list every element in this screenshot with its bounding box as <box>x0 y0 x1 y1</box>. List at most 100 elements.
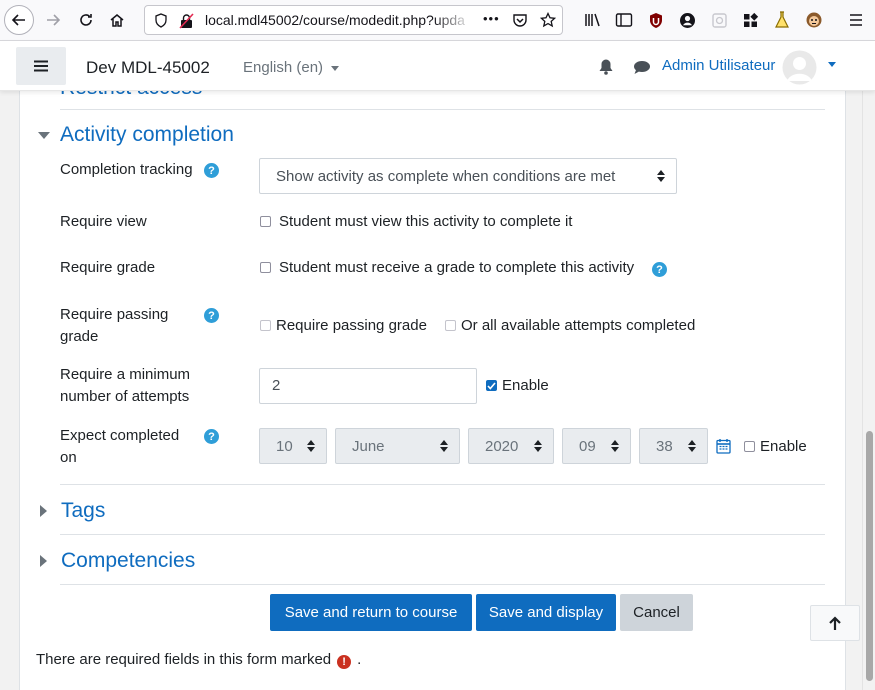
language-label: English (en) <box>243 59 324 76</box>
calendar-button[interactable] <box>716 438 731 459</box>
require-passing-grade-radio[interactable] <box>260 320 271 331</box>
bookmark-star-icon[interactable] <box>540 12 556 28</box>
restrict-access-heading[interactable]: Restrict access <box>60 91 202 100</box>
user-avatar-icon <box>782 50 817 85</box>
min-attempts-enable-label[interactable]: Enable <box>502 377 549 394</box>
tags-heading: Tags <box>61 499 106 522</box>
cancel-button[interactable]: Cancel <box>620 594 693 631</box>
completion-tracking-select[interactable]: Show activity as complete when condition… <box>259 158 677 194</box>
expect-completed-enable-label[interactable]: Enable <box>760 438 807 455</box>
section-divider <box>60 109 825 110</box>
competencies-toggle[interactable]: Competencies <box>38 549 195 573</box>
forward-button[interactable] <box>38 5 68 35</box>
checkmark-icon <box>487 381 496 390</box>
label-line: on <box>60 449 77 466</box>
require-grade-checkbox-label[interactable]: Student must receive a grade to complete… <box>279 259 634 276</box>
avatar[interactable] <box>782 50 817 85</box>
help-icon[interactable]: ? <box>204 308 219 323</box>
sidebar-icon[interactable] <box>614 10 634 30</box>
page-scrollbar[interactable] <box>862 91 875 690</box>
extension-disabled-icon[interactable] <box>709 10 729 30</box>
calendar-icon <box>716 439 731 454</box>
app-menu-icon[interactable] <box>846 10 866 30</box>
url-text: local.mdl45002/course/modedit.php?upda <box>205 12 465 28</box>
flask-icon[interactable] <box>772 10 792 30</box>
back-to-top-button[interactable] <box>810 605 860 641</box>
section-divider <box>60 484 825 485</box>
tags-toggle[interactable]: Tags <box>38 499 105 523</box>
day-select[interactable]: 10 <box>259 428 327 464</box>
pocket-icon[interactable] <box>512 13 528 28</box>
user-menu-caret-icon[interactable] <box>828 62 836 67</box>
select-arrows-icon <box>688 440 696 452</box>
expand-caret-icon <box>40 505 47 517</box>
min-attempts-input[interactable]: 2 <box>259 368 477 404</box>
url-bar[interactable]: local.mdl45002/course/modedit.php?upda •… <box>144 5 563 35</box>
month-select[interactable]: June <box>335 428 460 464</box>
shield-icon <box>155 13 167 28</box>
help-icon[interactable]: ? <box>204 163 219 178</box>
select-arrows-icon <box>657 170 665 182</box>
back-button[interactable] <box>4 5 34 35</box>
hour-select[interactable]: 09 <box>562 428 631 464</box>
home-button[interactable] <box>102 5 132 35</box>
required-icon: ! <box>337 655 352 669</box>
select-arrows-icon <box>534 440 542 452</box>
save-and-display-button[interactable]: Save and display <box>476 594 616 631</box>
bell-icon <box>599 59 613 75</box>
select-arrows-icon <box>611 440 619 452</box>
expect-completed-enable-checkbox[interactable] <box>744 441 755 452</box>
require-view-label: Require view <box>60 213 147 230</box>
reload-button[interactable] <box>71 5 101 35</box>
ublock-icon[interactable] <box>646 10 666 30</box>
expect-completed-label: Expect completed on <box>60 425 179 469</box>
label-line: Require a minimum <box>60 366 191 383</box>
completion-tracking-label: Completion tracking <box>60 161 193 178</box>
minute-value: 38 <box>656 437 673 455</box>
label-line: Expect completed <box>60 427 180 444</box>
site-navbar: Dev MDL-45002 English (en) Admin Utilisa… <box>0 41 875 91</box>
min-attempts-enable-checkbox[interactable] <box>486 380 497 391</box>
min-attempts-label: Require a minimum number of attempts <box>60 364 190 408</box>
account-icon[interactable] <box>677 10 697 30</box>
page-content: Restrict access Activity completion Comp… <box>0 91 862 690</box>
required-fields-note: There are required fields in this form m… <box>36 651 361 669</box>
require-view-checkbox-label[interactable]: Student must view this activity to compl… <box>279 213 572 230</box>
extensions-icon[interactable] <box>740 10 760 30</box>
comment-icon <box>634 61 650 74</box>
save-and-return-button[interactable]: Save and return to course <box>270 594 472 631</box>
competencies-heading: Competencies <box>61 549 196 572</box>
require-grade-checkbox[interactable] <box>260 262 271 273</box>
require-grade-label: Require grade <box>60 259 156 276</box>
caret-down-icon <box>331 65 340 71</box>
user-name[interactable]: Admin Utilisateur <box>662 57 775 74</box>
month-value: June <box>352 437 385 455</box>
label-line: Require passing <box>60 306 169 323</box>
notifications-button[interactable] <box>598 58 614 80</box>
section-divider <box>60 534 825 535</box>
messages-button[interactable] <box>633 60 651 80</box>
language-menu[interactable]: English (en) <box>243 59 340 76</box>
activity-completion-toggle[interactable]: Activity completion <box>38 123 234 147</box>
require-passing-grade-option-label[interactable]: Require passing grade <box>276 317 427 334</box>
all-attempts-completed-radio[interactable] <box>445 320 456 331</box>
page-actions-button[interactable]: ••• <box>483 11 500 26</box>
label-line: grade <box>60 328 99 345</box>
reload-icon <box>80 14 92 26</box>
year-value: 2020 <box>485 437 519 455</box>
insecure-lock-icon <box>179 13 194 29</box>
site-name[interactable]: Dev MDL-45002 <box>86 58 210 78</box>
year-select[interactable]: 2020 <box>468 428 554 464</box>
browser-toolbar: local.mdl45002/course/modedit.php?upda •… <box>0 0 875 41</box>
all-attempts-completed-option-label[interactable]: Or all available attempts completed <box>461 317 695 334</box>
minute-select[interactable]: 38 <box>639 428 708 464</box>
help-icon[interactable]: ? <box>204 429 219 444</box>
library-icon[interactable] <box>583 10 603 30</box>
scrollbar-thumb[interactable] <box>866 431 873 681</box>
drawer-toggle-button[interactable] <box>16 47 66 85</box>
monkey-icon[interactable] <box>804 10 824 30</box>
require-view-checkbox[interactable] <box>260 216 271 227</box>
help-icon[interactable]: ? <box>652 262 667 277</box>
required-note-period: . <box>357 651 362 668</box>
arrow-left-icon <box>11 14 25 26</box>
